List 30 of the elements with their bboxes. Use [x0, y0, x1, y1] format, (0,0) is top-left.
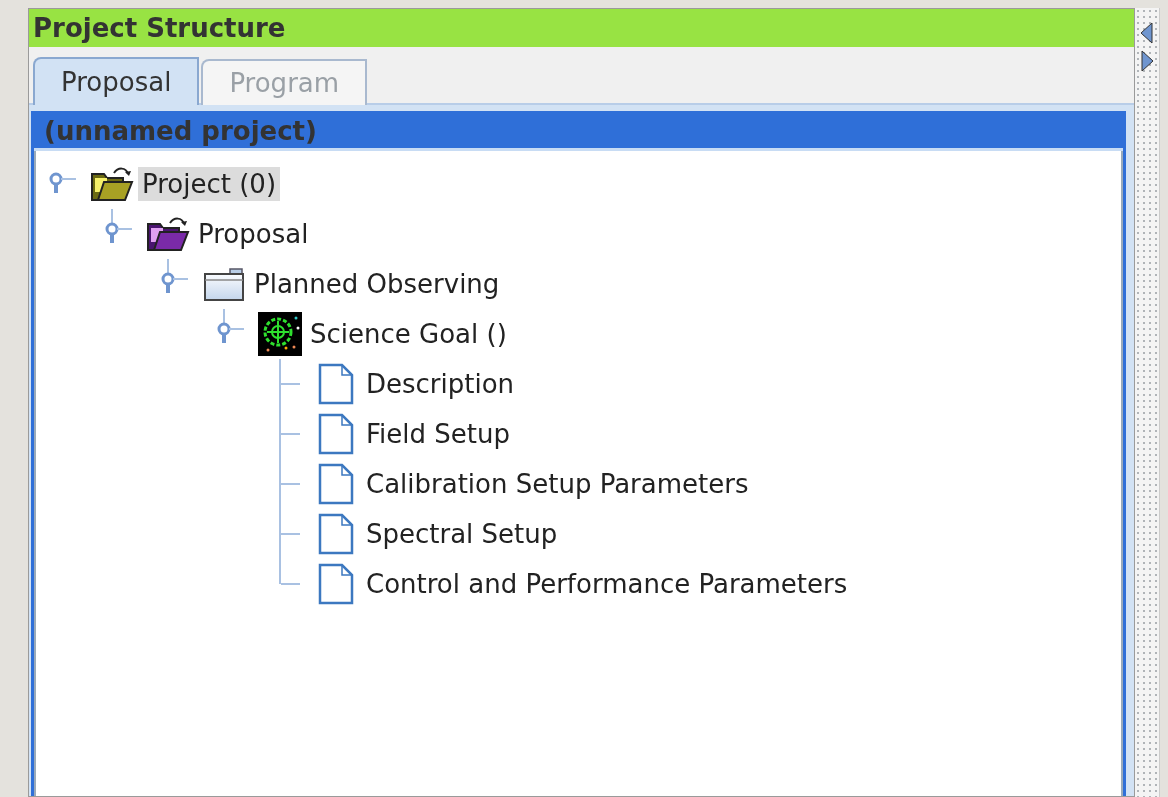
document-icon [318, 513, 354, 555]
document-icon [318, 413, 354, 455]
collapse-handle[interactable] [161, 272, 189, 293]
target-icon [258, 312, 302, 356]
tree-item[interactable]: Planned Observing [250, 267, 504, 301]
tree-item[interactable]: Control and Performance Parameters [362, 567, 852, 601]
tree-item[interactable]: Description [362, 367, 519, 401]
branch-line [279, 409, 301, 459]
tree-item[interactable]: Proposal [194, 217, 313, 251]
tree-item[interactable]: Project (0) [138, 167, 281, 201]
collapse-handle[interactable] [217, 322, 245, 343]
folder-icon [202, 266, 246, 302]
tree-item[interactable]: Calibration Setup Parameters [362, 467, 753, 501]
branch-line [279, 459, 301, 509]
tab[interactable]: Proposal [33, 57, 200, 105]
project-header: (unnamed project) [44, 116, 317, 146]
tree-item[interactable]: Field Setup [362, 417, 514, 451]
left-arrow-button[interactable] [1140, 22, 1154, 44]
panel-title: Project Structure [33, 13, 286, 43]
collapse-handle[interactable] [105, 222, 133, 243]
document-icon [318, 463, 354, 505]
branch-line [279, 359, 301, 409]
collapse-handle[interactable] [49, 172, 77, 193]
right-arrow-button[interactable] [1140, 50, 1154, 72]
document-icon [318, 363, 354, 405]
tree-item[interactable]: Science Goal () [306, 317, 511, 351]
tree-item[interactable]: Spectral Setup [362, 517, 562, 551]
open-folder-icon [90, 166, 134, 202]
document-icon [318, 563, 354, 605]
open-folder-icon [146, 216, 190, 252]
